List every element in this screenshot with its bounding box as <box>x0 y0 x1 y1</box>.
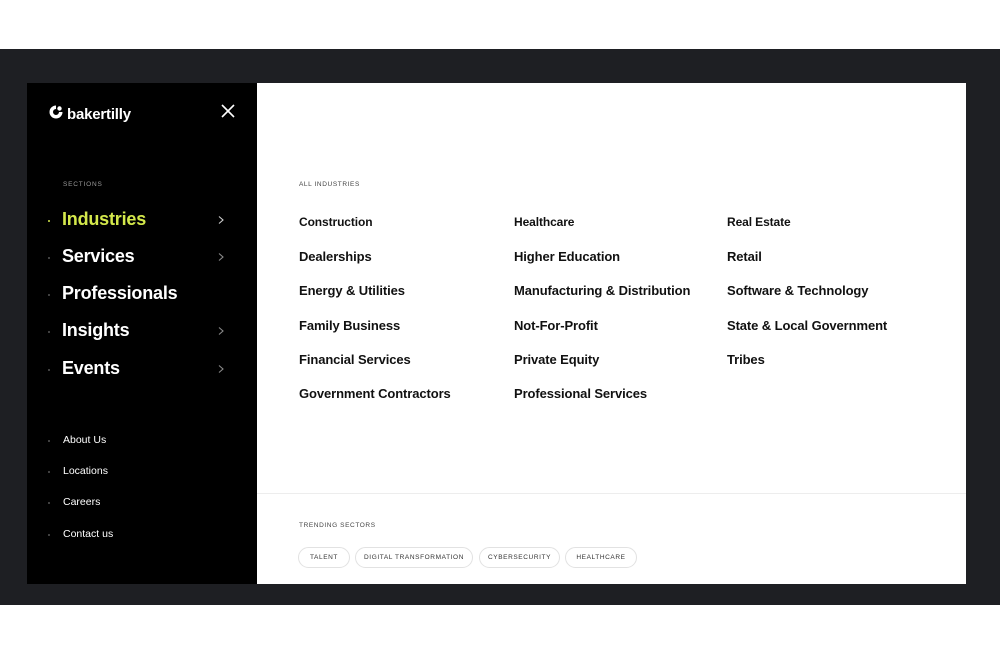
industry-link-construction[interactable]: Construction <box>299 215 373 229</box>
chevron-right-icon <box>218 365 224 373</box>
industry-link-professional-services[interactable]: Professional Services <box>514 386 647 401</box>
industry-link-retail[interactable]: Retail <box>727 249 762 264</box>
industry-link-healthcare[interactable]: Healthcare <box>514 215 574 229</box>
nav-item-professionals[interactable]: Professionals <box>27 280 257 310</box>
nav-item-insights[interactable]: Insights <box>27 317 257 347</box>
sections-heading: SECTIONS <box>63 181 103 188</box>
dot-icon <box>48 534 50 536</box>
dot-icon <box>48 369 50 371</box>
nav-link-contact-us[interactable]: Contact us <box>27 526 257 544</box>
nav-item-services[interactable]: Services <box>27 243 257 273</box>
dot-icon <box>48 331 50 333</box>
close-menu-button[interactable] <box>220 103 236 119</box>
dot-icon <box>48 294 50 296</box>
dot-icon <box>48 502 50 504</box>
nav-item-events[interactable]: Events <box>27 355 257 385</box>
trending-chip-cybersecurity[interactable]: CYBERSECURITY <box>479 547 560 568</box>
nav-link-label: About Us <box>63 434 107 446</box>
industry-link-dealerships[interactable]: Dealerships <box>299 249 372 264</box>
trending-chip-digital-transformation[interactable]: DIGITAL TRANSFORMATION <box>355 547 473 568</box>
nav-link-label: Locations <box>63 465 108 477</box>
nav-label: Events <box>62 358 120 378</box>
industry-link-energy-utilities[interactable]: Energy & Utilities <box>299 283 405 298</box>
industry-link-government-contractors[interactable]: Government Contractors <box>299 386 451 401</box>
menu-sidebar: bakertilly SECTIONS Industries Services … <box>27 83 257 584</box>
dot-icon <box>48 440 50 442</box>
trending-chip-talent[interactable]: TALENT <box>298 547 350 568</box>
nav-item-industries[interactable]: Industries <box>27 206 257 236</box>
nav-link-careers[interactable]: Careers <box>27 494 257 512</box>
trending-sectors-heading: TRENDING SECTORS <box>299 522 376 529</box>
section-divider <box>257 493 966 494</box>
industry-link-private-equity[interactable]: Private Equity <box>514 352 599 367</box>
nav-link-about-us[interactable]: About Us <box>27 432 257 450</box>
nav-label: Services <box>62 246 135 266</box>
logo-mark-icon <box>49 105 63 119</box>
industry-link-higher-education[interactable]: Higher Education <box>514 249 620 264</box>
dot-icon <box>48 471 50 473</box>
close-icon <box>221 104 235 118</box>
industry-link-software-technology[interactable]: Software & Technology <box>727 283 869 298</box>
chevron-right-icon <box>218 216 224 224</box>
brand-logo[interactable]: bakertilly <box>48 99 131 125</box>
industry-link-state-local-government[interactable]: State & Local Government <box>727 318 887 333</box>
dot-icon <box>48 257 50 259</box>
trending-chip-healthcare[interactable]: HEALTHCARE <box>565 547 637 568</box>
nav-link-locations[interactable]: Locations <box>27 463 257 481</box>
industries-panel: ALL INDUSTRIES Construction Dealerships … <box>257 83 966 584</box>
nav-label: Insights <box>62 320 130 340</box>
active-dot-icon <box>48 220 50 222</box>
logo-wordmark: bakertilly <box>67 105 131 123</box>
all-industries-heading: ALL INDUSTRIES <box>299 181 360 188</box>
industry-link-family-business[interactable]: Family Business <box>299 318 400 333</box>
nav-link-label: Contact us <box>63 528 114 540</box>
nav-label: Professionals <box>62 283 178 303</box>
industry-link-manufacturing-distribution[interactable]: Manufacturing & Distribution <box>514 283 690 298</box>
nav-link-label: Careers <box>63 496 101 508</box>
industry-link-financial-services[interactable]: Financial Services <box>299 352 411 367</box>
industry-link-real-estate[interactable]: Real Estate <box>727 215 791 229</box>
industry-link-tribes[interactable]: Tribes <box>727 352 765 367</box>
nav-label: Industries <box>62 209 147 229</box>
chevron-right-icon <box>218 327 224 335</box>
industry-link-not-for-profit[interactable]: Not-For-Profit <box>514 318 598 333</box>
chevron-right-icon <box>218 253 224 261</box>
